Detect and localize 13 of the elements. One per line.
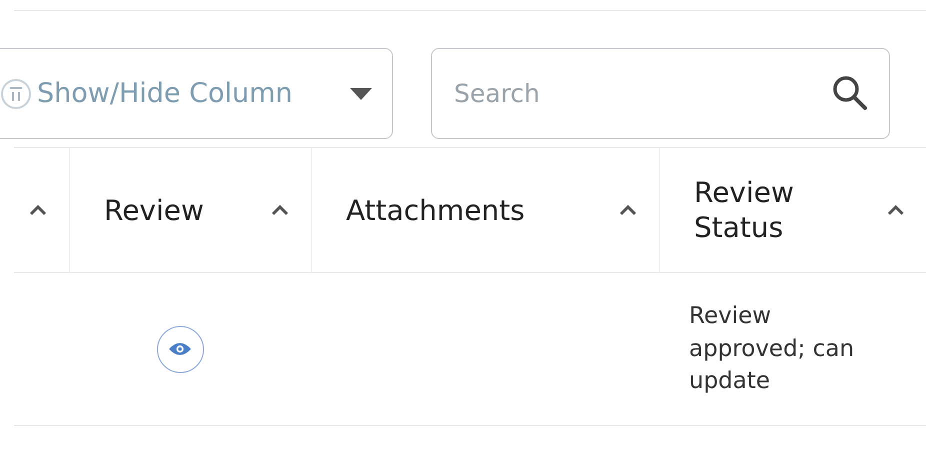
eye-icon xyxy=(168,341,192,357)
review-status-text: Review approved; can update xyxy=(689,302,856,396)
sort-icon[interactable] xyxy=(29,204,47,216)
columns-icon xyxy=(1,76,31,110)
search-icon[interactable] xyxy=(832,75,868,111)
column-header[interactable]: Review xyxy=(104,192,204,228)
sort-icon[interactable] xyxy=(619,204,637,216)
search-field[interactable]: Search xyxy=(431,48,890,139)
caret-icon xyxy=(350,88,372,100)
sort-icon[interactable] xyxy=(271,204,289,216)
sort-icon[interactable] xyxy=(886,204,904,216)
column-header[interactable]: Review Status xyxy=(694,175,886,245)
column-header[interactable]: Attachments xyxy=(346,192,525,228)
